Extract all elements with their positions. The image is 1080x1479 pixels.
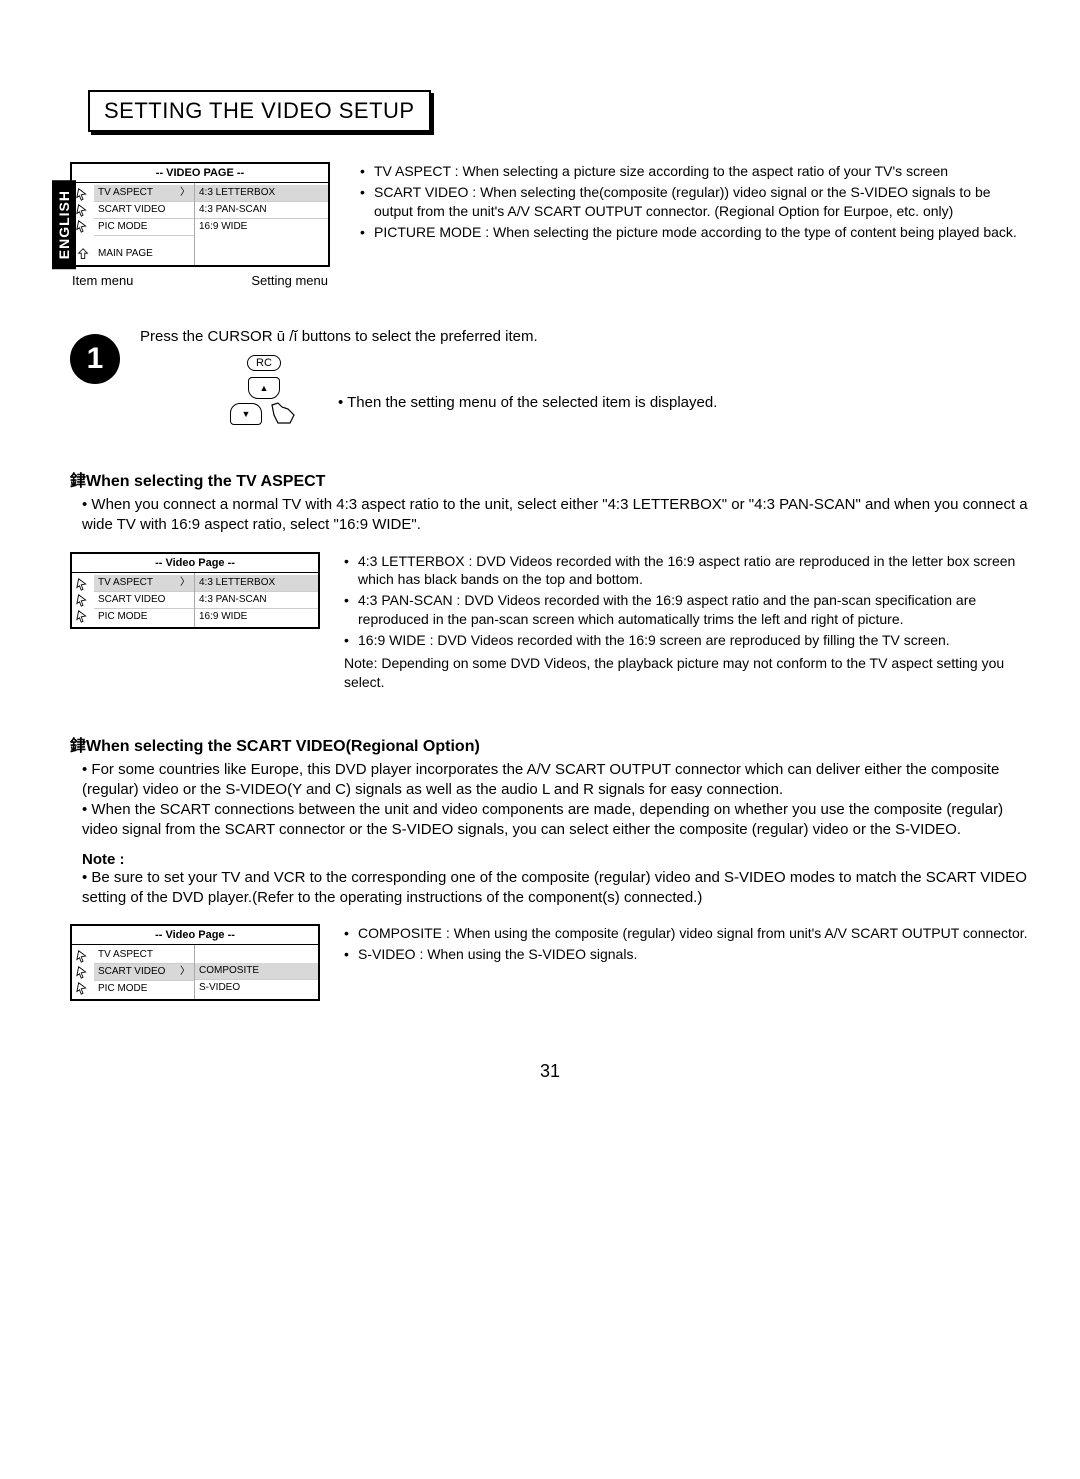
pointer-icon bbox=[76, 187, 90, 201]
menu-wrapper-1: -- VIDEO PAGE -- TV ASPECT〉 SCART VIDEO … bbox=[70, 162, 330, 288]
tv-aspect-row: -- Video Page -- TV ASPECT〉 SCART VIDEO … bbox=[70, 552, 1030, 692]
menu-option: 4:3 LETTERBOX bbox=[195, 185, 328, 202]
scart-para-2: • When the SCART connections between the… bbox=[82, 800, 1030, 841]
tv-aspect-bullets: •4:3 LETTERBOX : DVD Videos recorded wit… bbox=[344, 552, 1030, 692]
language-tab: ENGLISH bbox=[52, 180, 76, 269]
menu-option: 4:3 PAN-SCAN bbox=[195, 592, 318, 609]
menu-left-col: TV ASPECT SCART VIDEO〉 PIC MODE bbox=[94, 945, 195, 999]
menu-right-col: 4:3 LETTERBOX 4:3 PAN-SCAN 16:9 WIDE bbox=[195, 183, 328, 265]
menu-item: PIC MODE bbox=[94, 219, 194, 236]
menu-captions: Item menu Setting menu bbox=[70, 273, 330, 288]
chevron-right-icon: 〉 bbox=[180, 186, 190, 200]
menu-option: S-VIDEO bbox=[195, 980, 318, 996]
menu-item: TV ASPECT〉 bbox=[94, 575, 194, 592]
menu-item: SCART VIDEO bbox=[94, 592, 194, 609]
term: 4:3 LETTERBOX : bbox=[358, 553, 476, 569]
definition: DVD Videos recorded with the 16:9 screen… bbox=[437, 632, 949, 648]
menu-item: PIC MODE bbox=[94, 609, 194, 625]
menu-icons bbox=[72, 573, 94, 627]
scart-row: -- Video Page -- TV ASPECT SCART VIDEO〉 … bbox=[70, 924, 1030, 1001]
caption-left: Item menu bbox=[72, 273, 133, 288]
menu-item: SCART VIDEO〉 bbox=[94, 964, 194, 981]
section-title: SETTING THE VIDEO SETUP bbox=[88, 90, 431, 132]
term: 16:9 WIDE : bbox=[358, 632, 437, 648]
tv-aspect-heading: 銉When selecting the TV ASPECT bbox=[70, 467, 1030, 491]
chevron-right-icon: 〉 bbox=[180, 965, 190, 979]
video-page-menu-1: -- VIDEO PAGE -- TV ASPECT〉 SCART VIDEO … bbox=[70, 162, 330, 267]
menu-option: 16:9 WIDE bbox=[195, 609, 318, 625]
scart-para-1: • For some countries like Europe, this D… bbox=[82, 760, 1030, 801]
menu-left-col: TV ASPECT〉 SCART VIDEO PIC MODE MAIN PAG… bbox=[94, 183, 195, 265]
top-definitions: •TV ASPECT : When selecting a picture si… bbox=[360, 162, 1030, 244]
step-result: • Then the setting menu of the selected … bbox=[338, 394, 717, 411]
rc-label: RC bbox=[247, 355, 281, 371]
definition: When selecting the picture mode accordin… bbox=[493, 224, 1017, 240]
top-row: -- VIDEO PAGE -- TV ASPECT〉 SCART VIDEO … bbox=[70, 162, 1030, 288]
definition: When selecting a picture size according … bbox=[462, 163, 948, 179]
menu-option: 16:9 WIDE bbox=[195, 219, 328, 235]
document-page: ENGLISH SETTING THE VIDEO SETUP -- VIDEO… bbox=[0, 0, 1080, 1112]
menu-right-col: COMPOSITE S-VIDEO bbox=[195, 945, 318, 999]
term: 4:3 PAN-SCAN : bbox=[358, 592, 464, 608]
term: COMPOSITE : bbox=[358, 925, 454, 941]
menu-option: 4:3 PAN-SCAN bbox=[195, 202, 328, 219]
menu-item: SCART VIDEO bbox=[94, 202, 194, 219]
menu-option: COMPOSITE bbox=[195, 963, 318, 980]
pointer-icon bbox=[76, 965, 90, 979]
menu-option: 4:3 LETTERBOX bbox=[195, 575, 318, 592]
pointer-icon bbox=[76, 949, 90, 963]
term: TV ASPECT : bbox=[374, 163, 462, 179]
caption-right: Setting menu bbox=[251, 273, 328, 288]
scart-heading: 銉When selecting the SCART VIDEO(Regional… bbox=[70, 732, 1030, 756]
page-number: 31 bbox=[70, 1061, 1030, 1082]
pointer-icon bbox=[76, 981, 90, 995]
menu-item: MAIN PAGE bbox=[94, 246, 194, 262]
pointer-icon bbox=[76, 219, 90, 233]
menu-icons bbox=[72, 945, 94, 999]
definition: When using the S-VIDEO signals. bbox=[427, 946, 637, 962]
remote-control-diagram: RC ▲ ▼ bbox=[230, 353, 298, 427]
tv-aspect-para: • When you connect a normal TV with 4:3 … bbox=[70, 495, 1030, 536]
cursor-up-button-icon: ▲ bbox=[248, 377, 280, 399]
menu-right-col: 4:3 LETTERBOX 4:3 PAN-SCAN 16:9 WIDE bbox=[195, 573, 318, 627]
cursor-down-button-icon: ▼ bbox=[230, 403, 262, 425]
menu-item: TV ASPECT bbox=[94, 947, 194, 964]
pointer-icon bbox=[76, 609, 90, 623]
menu-left-col: TV ASPECT〉 SCART VIDEO PIC MODE bbox=[94, 573, 195, 627]
pointer-icon bbox=[76, 577, 90, 591]
pointer-icon bbox=[76, 203, 90, 217]
menu-header: -- Video Page -- bbox=[72, 554, 318, 573]
scart-bullets: •COMPOSITE : When using the composite (r… bbox=[344, 924, 1030, 966]
menu-item: TV ASPECT〉 bbox=[94, 185, 194, 202]
step-1: 1 Press the CURSOR ū /ĭ buttons to selec… bbox=[70, 328, 1030, 427]
scart-paras: • For some countries like Europe, this D… bbox=[70, 760, 1030, 841]
term: SCART VIDEO : bbox=[374, 184, 480, 200]
menu-option bbox=[195, 947, 318, 963]
tv-aspect-note: Note: Depending on some DVD Videos, the … bbox=[344, 654, 1030, 692]
menu-header: -- VIDEO PAGE -- bbox=[72, 164, 328, 183]
step-number-badge: 1 bbox=[70, 334, 120, 384]
menu-header: -- Video Page -- bbox=[72, 926, 318, 945]
pointer-icon bbox=[76, 593, 90, 607]
scart-note: • Be sure to set your TV and VCR to the … bbox=[70, 868, 1030, 909]
return-icon bbox=[76, 247, 90, 261]
menu-item: PIC MODE bbox=[94, 981, 194, 997]
term: PICTURE MODE : bbox=[374, 224, 493, 240]
definition: When using the composite (regular) video… bbox=[454, 925, 1028, 941]
step-instruction: Press the CURSOR ū /ĭ buttons to select … bbox=[140, 328, 1030, 345]
video-page-menu-3: -- Video Page -- TV ASPECT SCART VIDEO〉 … bbox=[70, 924, 320, 1001]
hand-press-icon bbox=[268, 401, 298, 427]
chevron-right-icon: 〉 bbox=[180, 576, 190, 590]
video-page-menu-2: -- Video Page -- TV ASPECT〉 SCART VIDEO … bbox=[70, 552, 320, 629]
note-label: Note : bbox=[70, 851, 1030, 868]
term: S-VIDEO : bbox=[358, 946, 427, 962]
